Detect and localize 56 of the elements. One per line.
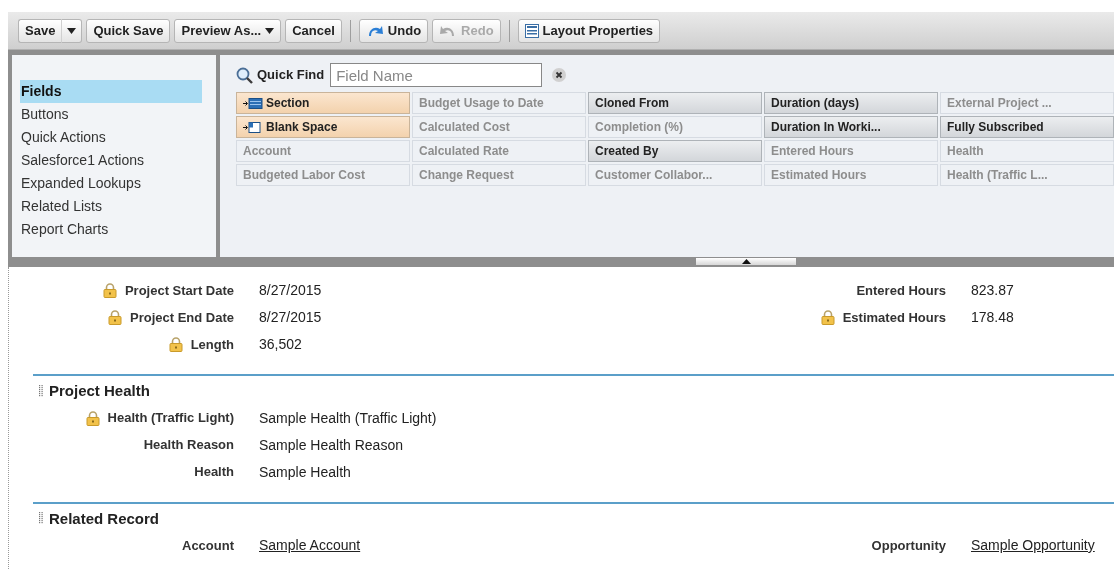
field-label: Health Reason xyxy=(143,436,234,455)
category-item[interactable]: Fields xyxy=(20,80,202,103)
palette-item[interactable]: Duration (days) xyxy=(764,92,938,114)
field-value: Sample Health xyxy=(259,462,351,482)
toolbar-button[interactable]: Cancel xyxy=(285,18,342,43)
clear-icon[interactable] xyxy=(552,68,567,82)
blank-space-icon xyxy=(243,121,263,133)
category-item[interactable]: Salesforce1 Actions xyxy=(20,149,202,172)
field-label: Opportunity xyxy=(871,536,946,555)
field-label: Estimated Hours xyxy=(842,308,946,327)
field-value-link[interactable]: Sample Account xyxy=(259,535,361,556)
toolbar-button[interactable]: Undo xyxy=(358,18,429,43)
palette-item[interactable]: Fully Subscribed xyxy=(940,116,1114,138)
field-label: Account xyxy=(182,536,234,555)
toolbar-button[interactable]: Quick Save xyxy=(86,18,171,43)
quick-find-label: Quick Find xyxy=(257,66,325,85)
palette-item[interactable]: Section xyxy=(236,92,410,114)
drag-handle-icon xyxy=(39,384,43,398)
field-label: Entered Hours xyxy=(856,281,946,300)
save-menu-button[interactable] xyxy=(62,18,83,43)
field-label: Project Start Date xyxy=(124,281,234,300)
collapse-handle[interactable] xyxy=(696,258,796,265)
toolbar-button[interactable]: Preview As... xyxy=(174,18,282,43)
category-item[interactable]: Expanded Lookups xyxy=(20,172,202,195)
layout-icon xyxy=(524,23,539,38)
field-label: Health xyxy=(194,463,234,482)
quick-find-field[interactable]: Field Name xyxy=(330,63,543,87)
field-value: 36,502 xyxy=(259,335,302,354)
save-button[interactable]: Save xyxy=(18,18,63,43)
drag-handle-icon xyxy=(39,512,43,526)
caret-up-icon xyxy=(741,259,751,264)
section-heading: Related Record xyxy=(49,508,160,529)
category-item[interactable]: Related Lists xyxy=(20,195,202,218)
search-icon xyxy=(236,66,253,84)
category-item[interactable]: Report Charts xyxy=(20,218,202,241)
caret-icon xyxy=(67,27,77,34)
field-value: 823.87 xyxy=(971,281,1014,300)
field-value: Sample Health Reason xyxy=(259,435,403,455)
field-value-link[interactable]: Sample Opportunity xyxy=(971,535,1095,556)
field-label: Health (Traffic Light) xyxy=(107,409,234,428)
field-label: Project End Date xyxy=(129,308,234,327)
field-value: 178.48 xyxy=(971,308,1014,327)
toolbar-button[interactable]: Layout Properties xyxy=(517,18,661,43)
field-value: Sample Health (Traffic Light) xyxy=(259,408,437,428)
field-value: 8/27/2015 xyxy=(259,281,322,300)
palette-item[interactable]: Created By xyxy=(588,140,762,162)
section-icon xyxy=(243,97,263,109)
field-value: 8/27/2015 xyxy=(259,308,322,327)
caret-icon xyxy=(265,27,275,34)
palette-item[interactable]: Blank Space xyxy=(236,116,410,138)
field-label: Length xyxy=(190,335,234,354)
category-item[interactable]: Quick Actions xyxy=(20,126,202,149)
section-heading: Project Health xyxy=(49,381,150,401)
category-item[interactable]: Buttons xyxy=(20,103,202,126)
palette-item[interactable]: Cloned From xyxy=(588,92,762,114)
palette-item[interactable]: Duration In Worki... xyxy=(764,116,938,138)
